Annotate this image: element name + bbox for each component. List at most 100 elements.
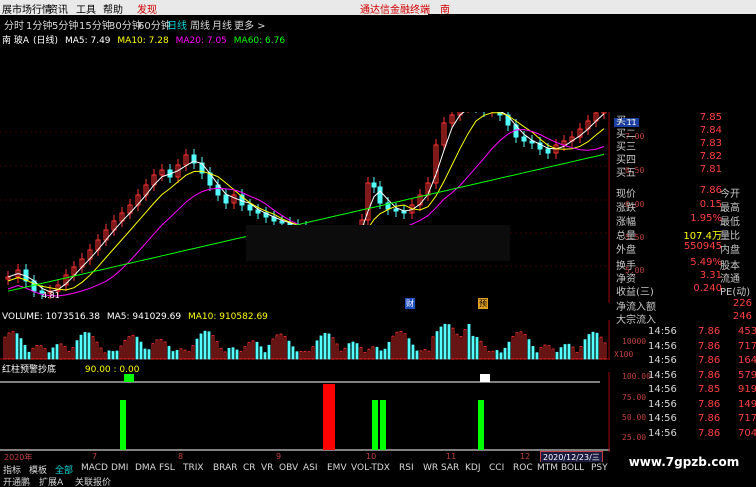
period-tab-daily[interactable]: 日线 <box>167 17 187 32</box>
volume-bar <box>551 348 555 360</box>
indicator-tab[interactable]: RSI <box>399 463 414 473</box>
indicator-tab[interactable]: VOL-TDX <box>351 463 390 473</box>
volume-bar <box>275 334 279 360</box>
quote-field-label: 今开 <box>720 189 740 200</box>
volume-bar <box>495 350 499 360</box>
period-tab-1m[interactable]: 1分钟 <box>26 17 52 32</box>
volume-bar <box>151 343 155 360</box>
menu-discover[interactable]: 发现 <box>137 1 157 16</box>
bottom-tab[interactable]: 关联报价 <box>75 475 111 487</box>
quote-field-label: 量比 <box>720 231 740 242</box>
volume-bar <box>443 323 447 360</box>
menu-news[interactable]: 资讯 <box>48 1 68 16</box>
volume-bar <box>391 335 395 360</box>
volume-bar <box>535 352 539 360</box>
x-axis-label: 7 <box>92 452 98 461</box>
candle-body <box>247 204 253 211</box>
volume-bar <box>295 351 299 360</box>
tick-time: 14:56 <box>648 384 677 395</box>
indicator-tab[interactable]: DMI <box>111 463 128 473</box>
volume-bar <box>363 352 367 360</box>
indicator-tab[interactable]: PSY <box>591 463 608 473</box>
indicator-tab[interactable]: EMV <box>327 463 347 473</box>
indicator-tab[interactable]: SAR <box>441 463 459 473</box>
indicator-tab[interactable]: CR <box>243 463 256 473</box>
tick-volume: 579 <box>738 369 756 381</box>
volume-bar <box>327 333 331 360</box>
period-tab-monthly[interactable]: 月线 <box>212 17 232 32</box>
bottom-tab[interactable]: 扩展A <box>39 475 63 487</box>
period-tab-timeshare[interactable]: 分时 <box>4 17 24 32</box>
indicator-tab[interactable]: BOLL <box>561 463 584 473</box>
volume-bar <box>419 350 423 360</box>
indicator-tab[interactable]: KDJ <box>465 463 481 473</box>
volume-bar <box>515 332 519 360</box>
signal-chart[interactable] <box>0 372 610 452</box>
volume-bar <box>43 348 47 360</box>
volume-bar <box>591 331 595 360</box>
period-tab-5m[interactable]: 5分钟 <box>52 17 78 32</box>
quote-value: 7.83 <box>699 138 722 149</box>
volume-bar <box>59 343 63 360</box>
period-tab-weekly[interactable]: 周线 <box>190 17 210 32</box>
volume-bar <box>83 332 87 360</box>
volume-bar <box>15 333 19 360</box>
volume-bar <box>23 344 27 360</box>
bottom-tab[interactable]: 开通鹏 <box>3 475 30 487</box>
tick-time: 14:56 <box>648 427 677 439</box>
volume-bar <box>351 341 355 360</box>
volume-bar <box>451 327 455 360</box>
volume-bar <box>323 332 327 360</box>
volume-bar <box>367 348 371 360</box>
volume-bar <box>167 346 171 360</box>
indicator-tab[interactable]: ROC <box>513 463 533 473</box>
indicator-tab[interactable]: TRIX <box>183 463 204 473</box>
x-axis-label: 11 <box>446 452 457 461</box>
quote-row: 涨跌 0.15 最高 <box>616 199 752 214</box>
volume-bar <box>195 338 199 360</box>
tick-row: 14:56 7.86 579 <box>648 370 756 384</box>
volume-bar <box>555 351 559 360</box>
indicator-tab[interactable]: OBV <box>279 463 298 473</box>
volume-bar <box>31 347 35 360</box>
period-tab-60m[interactable]: 60分钟 <box>138 17 171 32</box>
redaction-box <box>246 225 510 261</box>
menu-help[interactable]: 帮助 <box>103 1 123 16</box>
volume-bar <box>383 348 387 360</box>
quote-value: 246 <box>732 311 752 322</box>
indicator-tab[interactable]: FSL <box>159 463 175 473</box>
quote-row: 买五 7.81 <box>616 164 752 179</box>
volume-bar <box>503 347 507 360</box>
indicator-tab[interactable]: ASI <box>303 463 318 473</box>
indicator-tab[interactable]: MACD <box>81 463 108 473</box>
volume-bar <box>463 329 467 360</box>
quote-label: 现价 <box>616 189 636 200</box>
volume-bar <box>51 347 55 360</box>
indicator-tab[interactable]: DMA <box>135 463 156 473</box>
menu-market[interactable]: 展市场行情 <box>2 1 52 16</box>
tick-time: 14:56 <box>648 413 677 424</box>
volume-bar <box>27 351 31 360</box>
marker-forecast[interactable]: 预 <box>478 298 488 309</box>
volume-bar <box>219 347 223 360</box>
indicator-tab[interactable]: VR <box>261 463 273 473</box>
indicator-tab[interactable]: MTM <box>537 463 558 473</box>
indicator-tab[interactable]: WR <box>423 463 438 473</box>
period-tab-more[interactable]: 更多 > <box>234 17 266 32</box>
volume-chart[interactable] <box>0 320 610 360</box>
marker-finance[interactable]: 财 <box>405 298 415 309</box>
indicator-tab[interactable]: BRAR <box>213 463 237 473</box>
tick-row: 14:56 7.86 717 <box>648 341 756 355</box>
period-tab-15m[interactable]: 15分钟 <box>79 17 112 32</box>
volume-bar <box>499 352 503 360</box>
period-tab-30m[interactable]: 30分钟 <box>109 17 142 32</box>
indicator-tab[interactable]: CCI <box>489 463 504 473</box>
menu-tools[interactable]: 工具 <box>76 1 96 16</box>
tick-price: 7.86 <box>698 369 721 381</box>
volume-bar <box>19 338 23 360</box>
quote-value: 7.84 <box>699 125 722 136</box>
ma10-line <box>7 112 605 291</box>
volume-bar <box>3 336 7 360</box>
tick-volume: 704 <box>738 427 756 439</box>
quote-row: 外盘 550945 内盘 <box>616 241 752 256</box>
